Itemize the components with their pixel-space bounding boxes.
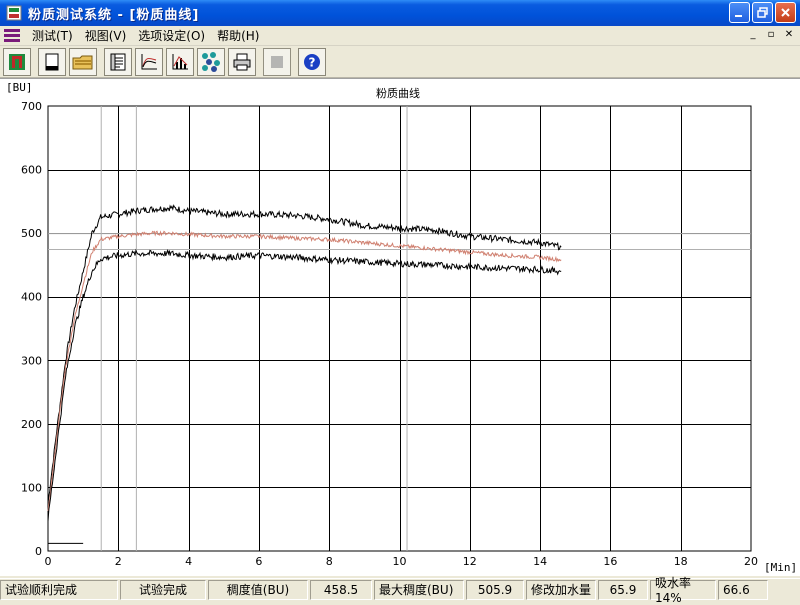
stop-button[interactable] (263, 47, 291, 76)
y-tick-label: 700 (21, 100, 42, 113)
series-line-3 (47, 248, 562, 522)
window-title: 粉质测试系统 - [粉质曲线] (28, 7, 200, 23)
y-tick-label: 0 (35, 545, 42, 558)
curve-button[interactable] (135, 47, 163, 76)
menu-help[interactable]: 帮助(H) (211, 27, 265, 44)
menu-view[interactable]: 视图(V) (79, 27, 133, 44)
y-tick-label: 200 (21, 418, 42, 431)
molecule-button[interactable] (197, 47, 225, 76)
series-lines (47, 204, 562, 544)
plot-frame (47, 105, 752, 552)
mdi-minimize-button[interactable]: _ (746, 29, 760, 42)
mdi-close-button[interactable]: ✕ (782, 29, 796, 42)
absorption-label: 吸水率14% (650, 576, 716, 605)
y-tick-label: 600 (21, 164, 42, 177)
test-state: 试验完成 (120, 579, 206, 600)
x-tick-label: 20 (744, 555, 758, 568)
restore-icon (757, 7, 768, 18)
x-tick-label: 4 (185, 555, 192, 568)
new-button[interactable] (38, 47, 66, 76)
exit-button[interactable] (3, 47, 31, 76)
report-icon (110, 53, 126, 70)
molecule-icon (202, 51, 220, 72)
chart-panel: 粉质曲线 [BU] [Min] 0 2 4 6 8 10 12 14 16 18 20 0 100 200… (0, 78, 800, 576)
y-tick-label: 400 (21, 291, 42, 304)
water-added-value: 65.9 (598, 579, 648, 600)
menu-options[interactable]: 选项设定(O) (132, 27, 211, 44)
grid (47, 105, 752, 552)
toolbar: ? (0, 46, 800, 78)
x-tick-label: 2 (115, 555, 122, 568)
max-consistency-value: 505.9 (466, 579, 524, 600)
x-tick-label: 14 (533, 555, 547, 568)
curve-icon (141, 53, 157, 69)
print-button[interactable] (228, 47, 256, 76)
print-icon (233, 53, 251, 70)
y-tick-label: 500 (21, 227, 42, 240)
restore-button[interactable] (752, 2, 773, 23)
svg-text:?: ? (309, 55, 316, 69)
y-axis-label: [BU] (6, 81, 33, 94)
water-added-label: 修改加水量 (526, 579, 596, 600)
help-icon: ? (304, 53, 320, 70)
menu-test[interactable]: 测试(T) (26, 27, 79, 44)
max-consistency-label: 最大稠度(BU) (374, 579, 464, 600)
series-line-1 (47, 204, 562, 504)
marker-lines (48, 106, 751, 551)
report-button[interactable] (104, 47, 132, 76)
x-tick-label: 8 (326, 555, 333, 568)
x-axis-label: [Min] (764, 561, 797, 574)
document-menu-icon[interactable] (3, 28, 21, 44)
stop-icon (271, 55, 283, 68)
help-button[interactable]: ? (298, 47, 326, 76)
x-tick-label: 6 (255, 555, 262, 568)
new-document-icon (45, 53, 59, 70)
consistency-value: 458.5 (310, 579, 372, 600)
minimize-icon (735, 15, 742, 17)
analysis-chart-icon (172, 53, 188, 69)
chart-title: 粉质曲线 (376, 86, 420, 100)
x-tick-label: 10 (393, 555, 407, 568)
series-line-2 (47, 230, 562, 512)
mdi-restore-button[interactable]: ▫ (764, 29, 778, 42)
x-tick-label: 18 (674, 555, 688, 568)
exit-icon (9, 53, 25, 70)
status-bar: 试验顺利完成 试验完成 稠度值(BU) 458.5 最大稠度(BU) 505.9… (0, 576, 800, 605)
minimize-button[interactable] (729, 2, 750, 23)
farinograph-chart: 粉质曲线 [BU] [Min] 0 2 4 6 8 10 12 14 16 18 200100200… (6, 81, 797, 574)
menu-bar: 测试(T) 视图(V) 选项设定(O) 帮助(H) _ ▫ ✕ (0, 26, 800, 46)
x-tick-label: 16 (603, 555, 617, 568)
close-button[interactable] (775, 2, 796, 23)
y-tick-label: 300 (21, 354, 42, 367)
window-title-bar[interactable]: 粉质测试系统 - [粉质曲线] (0, 0, 800, 26)
consistency-label: 稠度值(BU) (208, 579, 308, 600)
y-tick-label: 100 (21, 481, 42, 494)
absorption-value: 66.6 (718, 579, 768, 600)
open-button[interactable] (69, 47, 97, 76)
status-message: 试验顺利完成 (0, 579, 118, 600)
app-icon (6, 5, 22, 21)
close-icon (781, 8, 790, 17)
analysis-button[interactable] (166, 47, 194, 76)
open-folder-icon (72, 55, 93, 69)
x-tick-label: 0 (45, 555, 52, 568)
x-tick-label: 12 (463, 555, 477, 568)
